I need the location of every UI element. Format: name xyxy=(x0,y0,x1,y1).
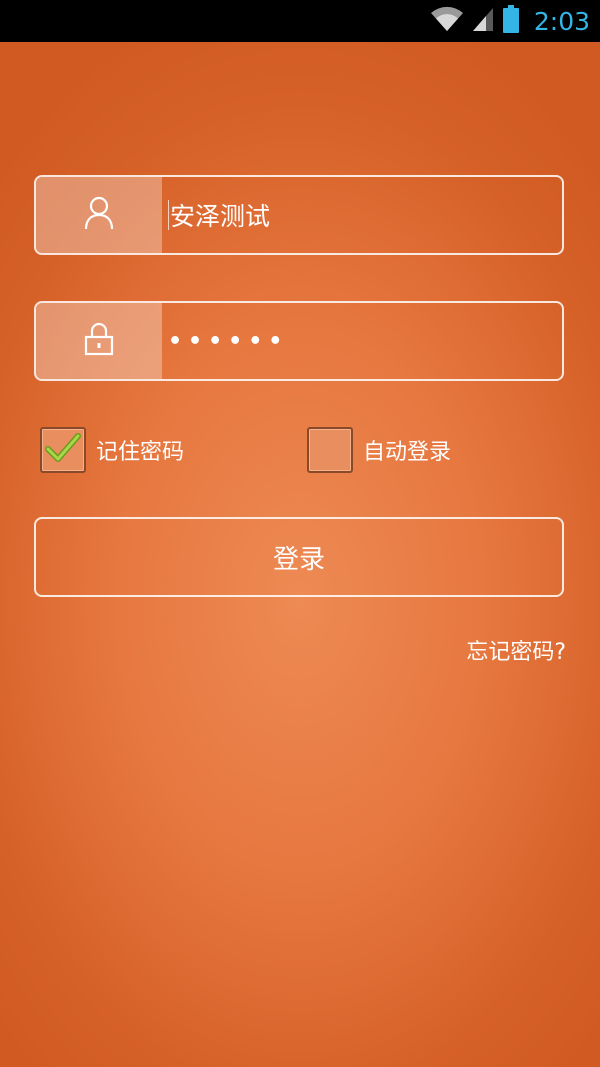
status-icons: 2:03 xyxy=(430,0,590,42)
login-button[interactable]: 登录 xyxy=(34,517,564,597)
password-input[interactable]: •••••• xyxy=(168,303,288,379)
remember-password-label: 记住密码 xyxy=(96,440,185,465)
remember-password-checkbox[interactable] xyxy=(40,427,86,473)
username-value: 安泽测试 xyxy=(170,202,271,231)
remember-password-option[interactable]: 记住密码 xyxy=(40,425,184,475)
signal-icon xyxy=(472,6,494,36)
user-icon xyxy=(84,196,114,234)
auto-login-label: 自动登录 xyxy=(363,440,452,465)
password-field[interactable]: •••••• xyxy=(34,301,564,381)
forgot-password-link[interactable]: 忘记密码? xyxy=(466,634,566,666)
status-time: 2:03 xyxy=(533,6,590,36)
auto-login-checkbox[interactable] xyxy=(307,427,353,473)
username-field[interactable]: 安泽测试 xyxy=(34,175,564,255)
password-masked-value: •••••• xyxy=(168,328,289,354)
username-input[interactable]: 安泽测试 xyxy=(168,177,270,253)
battery-icon xyxy=(502,5,520,37)
username-icon-box xyxy=(36,177,162,253)
checkmark-icon xyxy=(45,433,81,467)
login-screen: 2:03 安泽测试 •••••• 记住密码 自动登录 登录 忘记密码? xyxy=(0,0,600,1067)
wifi-icon xyxy=(430,6,464,36)
lock-icon xyxy=(84,322,114,360)
status-bar: 2:03 xyxy=(0,0,600,42)
text-cursor xyxy=(168,200,169,230)
password-icon-box xyxy=(36,303,162,379)
auto-login-option[interactable]: 自动登录 xyxy=(307,425,451,475)
